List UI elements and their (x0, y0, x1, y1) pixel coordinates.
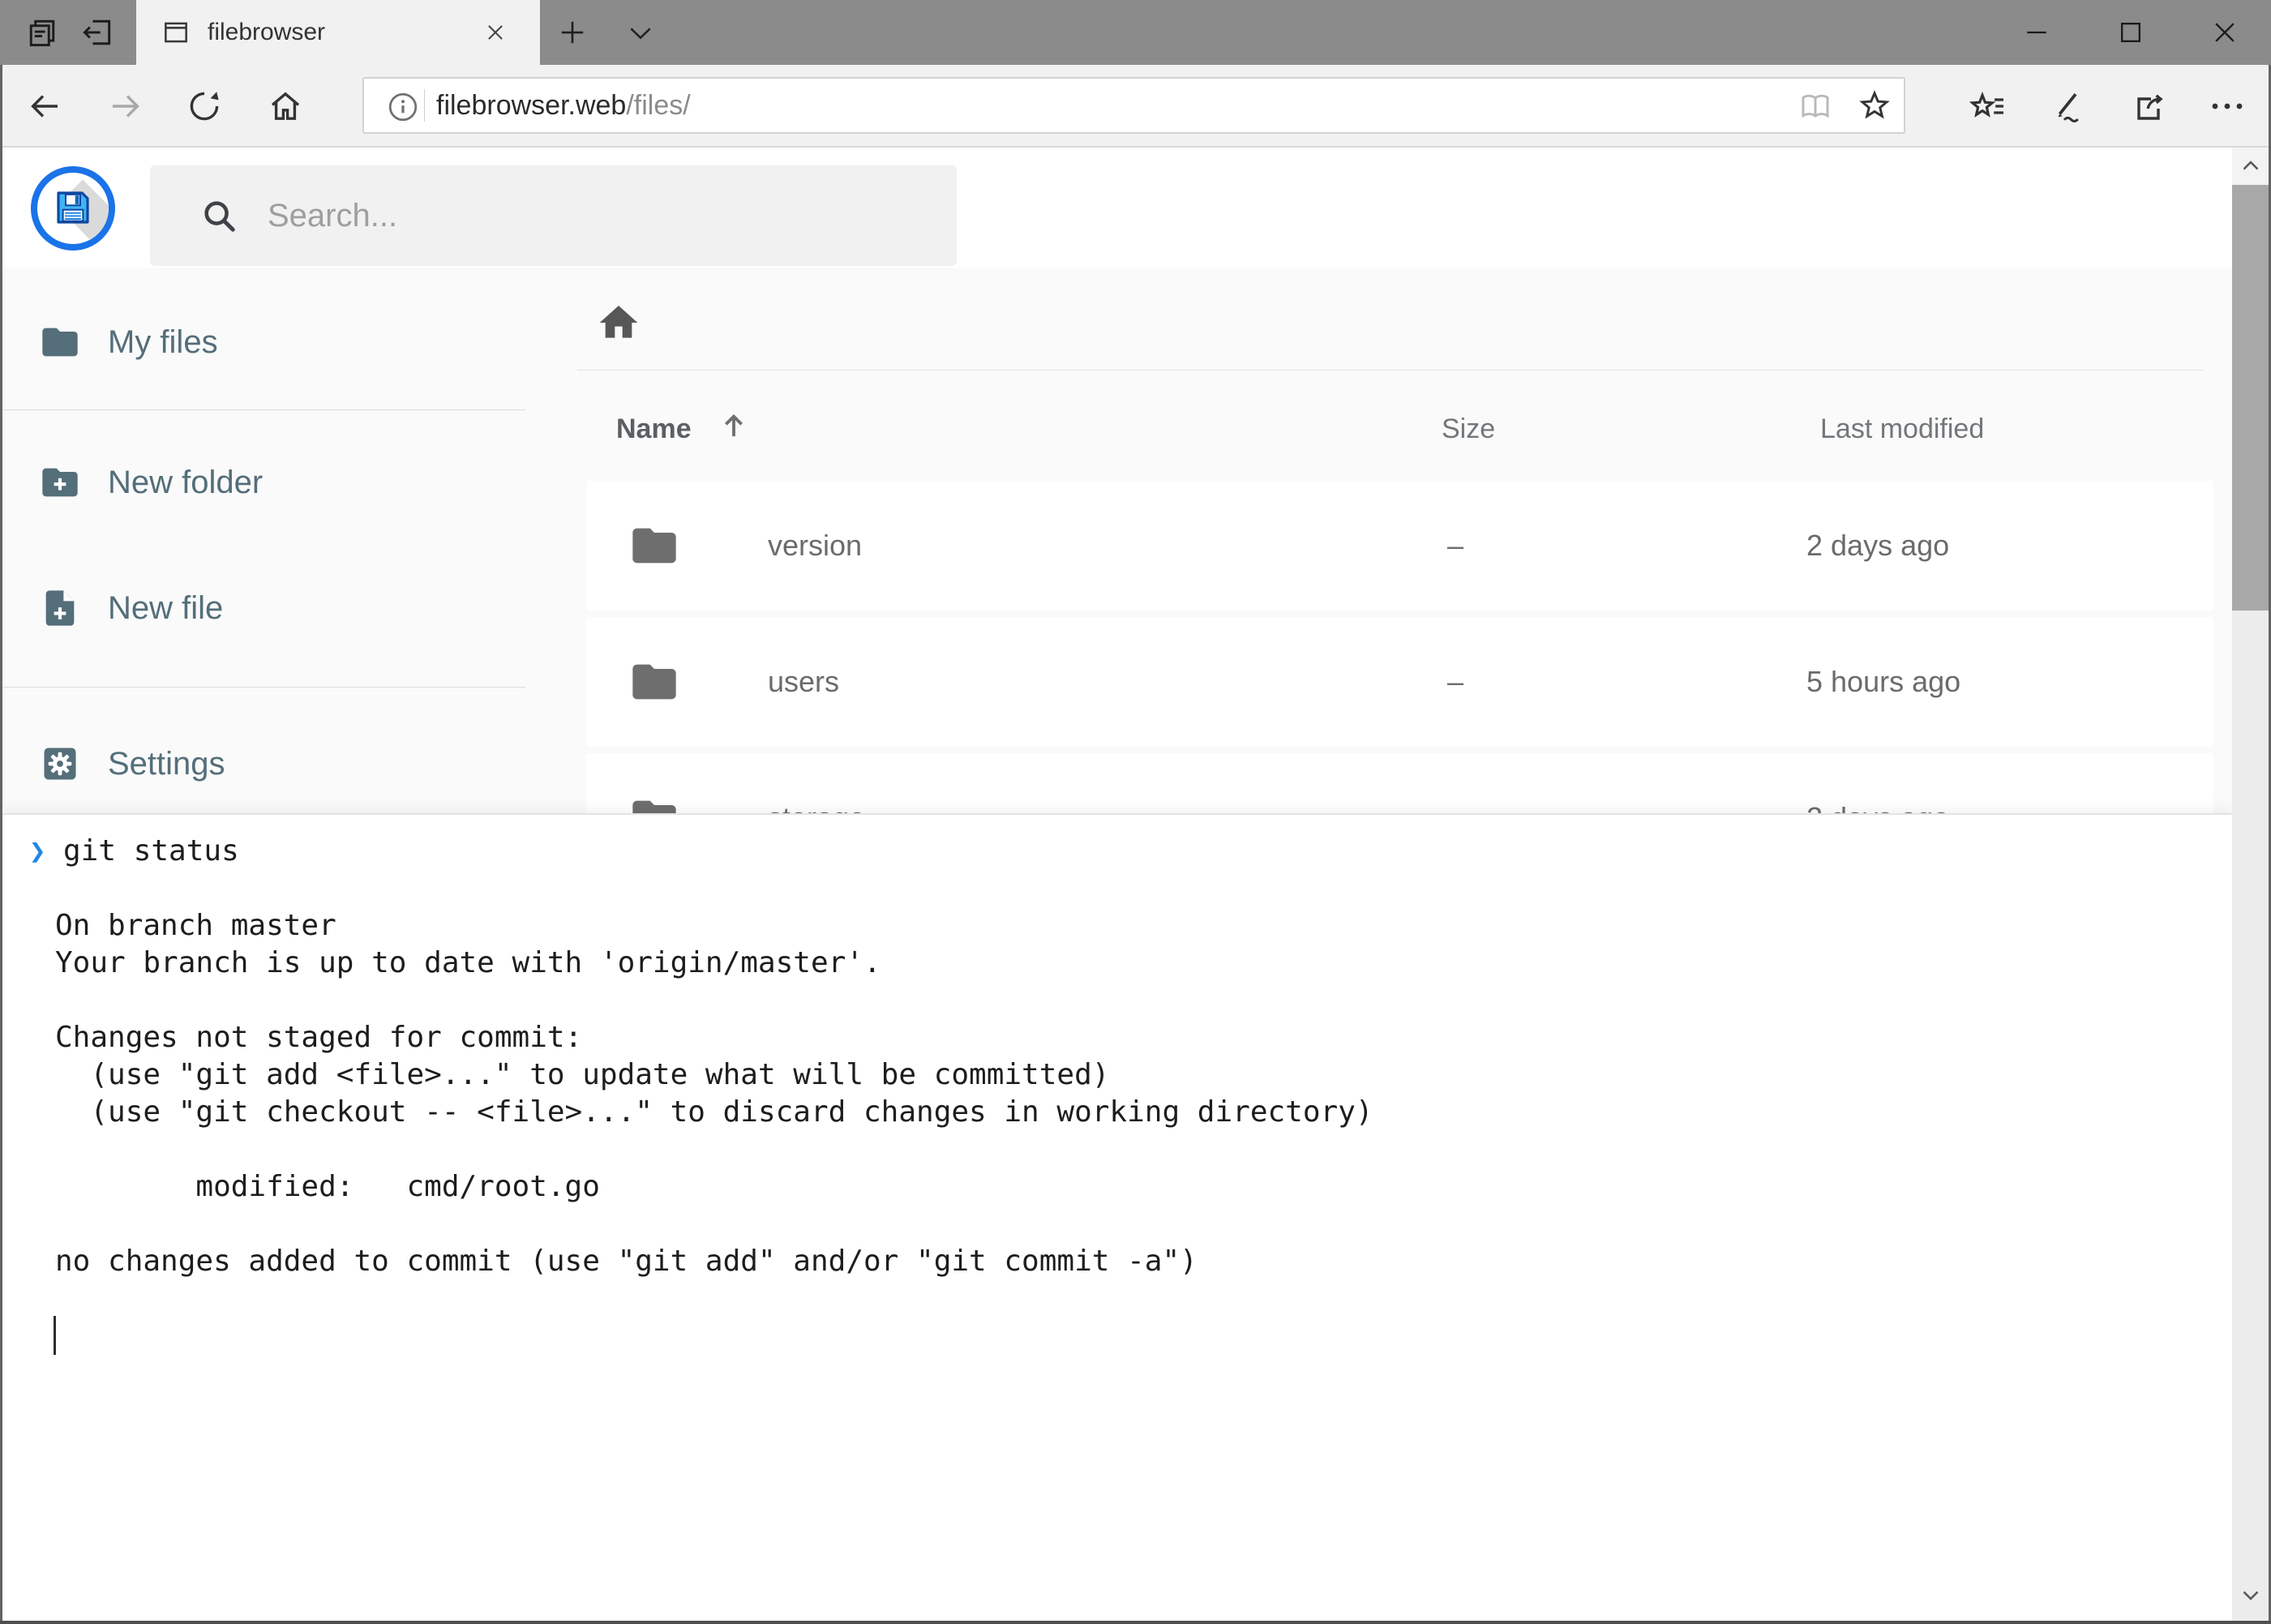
terminal-command: git status (63, 833, 239, 870)
sidebar-item-label: New folder (108, 465, 263, 501)
new-file-icon (39, 587, 81, 629)
filebrowser-header: Search... (0, 148, 2232, 268)
settings-gear-icon (39, 743, 81, 785)
maximize-button[interactable] (2115, 16, 2147, 49)
sidebar-item-label: New file (108, 590, 223, 627)
sidebar-item-settings[interactable]: Settings (39, 731, 225, 796)
sidebar-item-my-files[interactable]: My files (39, 310, 218, 375)
more-options-icon[interactable] (2208, 87, 2247, 126)
column-header-size[interactable]: Size (1442, 413, 1495, 445)
window-border-bottom (0, 1621, 2271, 1624)
new-folder-icon (39, 461, 81, 503)
sidebar-item-new-file[interactable]: New file (39, 576, 223, 641)
sidebar-item-new-folder[interactable]: New folder (39, 450, 263, 515)
terminal-prompt-icon: ❯ (29, 833, 45, 870)
web-note-pen-icon[interactable] (2048, 87, 2087, 126)
sidebar-divider (0, 687, 525, 688)
set-tabs-aside-icon[interactable] (79, 15, 115, 50)
folder-icon (628, 520, 680, 572)
column-header-name[interactable]: Name (616, 413, 692, 445)
file-row-version[interactable]: version – 2 days ago (586, 481, 2213, 611)
listing-divider (577, 370, 2204, 371)
terminal-output: On branch master Your branch is up to da… (55, 870, 1373, 1280)
terminal-panel[interactable]: ❯ git status On branch master Your branc… (0, 813, 2232, 1624)
titlebar: filebrowser (0, 0, 2271, 65)
floppy-disk-icon (51, 186, 95, 229)
file-modified: 5 hours ago (1806, 617, 1960, 747)
reading-view-icon[interactable] (1798, 88, 1833, 124)
tab-preview-icon[interactable] (24, 15, 60, 50)
back-button[interactable] (25, 87, 64, 126)
window-border-left (0, 65, 2, 1624)
browser-window: filebrowser (0, 0, 2271, 1624)
tab-page-icon (161, 17, 191, 48)
tab-list-chevron-icon[interactable] (624, 16, 660, 52)
search-input[interactable]: Search... (150, 165, 957, 266)
url-path: /files/ (626, 90, 690, 121)
url-text[interactable]: filebrowser.web/files/ (436, 79, 691, 132)
folder-icon (39, 321, 81, 363)
search-icon (200, 197, 238, 234)
sort-ascending-icon[interactable] (717, 409, 751, 443)
browser-tab[interactable]: filebrowser (136, 0, 540, 65)
close-button[interactable] (2209, 16, 2241, 49)
refresh-button[interactable] (185, 87, 224, 126)
file-name: version (768, 481, 862, 611)
favorites-hub-icon[interactable] (1969, 87, 2007, 126)
address-divider (424, 89, 425, 122)
address-bar[interactable]: filebrowser.web/files/ (362, 77, 1905, 134)
search-placeholder: Search... (268, 165, 397, 266)
scrollbar-down-button[interactable] (2237, 1581, 2265, 1609)
forward-button[interactable] (106, 87, 145, 126)
file-name: users (768, 617, 839, 747)
file-size: – (1447, 481, 1463, 611)
sidebar-item-label: My files (108, 324, 218, 361)
filebrowser-logo[interactable] (31, 166, 115, 251)
tab-title: filebrowser (208, 0, 325, 65)
breadcrumb-home-icon[interactable] (596, 300, 641, 345)
add-favorite-star-icon[interactable] (1857, 88, 1892, 123)
share-icon[interactable] (2129, 87, 2168, 126)
minimize-button[interactable] (2020, 16, 2053, 49)
site-info-icon[interactable] (385, 89, 421, 125)
file-modified: 2 days ago (1806, 481, 1949, 611)
file-size: – (1447, 617, 1463, 747)
home-button[interactable] (266, 87, 305, 126)
browser-navbar: filebrowser.web/files/ (0, 65, 2271, 148)
sidebar-item-label: Settings (108, 746, 225, 782)
column-header-modified[interactable]: Last modified (1820, 413, 1984, 445)
file-row-users[interactable]: users – 5 hours ago (586, 617, 2213, 747)
scrollbar-up-button[interactable] (2232, 148, 2269, 185)
scrollbar-thumb[interactable] (2232, 185, 2269, 611)
tab-close-icon[interactable] (483, 20, 508, 45)
new-tab-button[interactable] (555, 15, 591, 51)
folder-icon (628, 656, 680, 708)
sidebar-divider (0, 409, 525, 410)
terminal-cursor (54, 1316, 56, 1355)
url-host: filebrowser.web (436, 90, 626, 121)
